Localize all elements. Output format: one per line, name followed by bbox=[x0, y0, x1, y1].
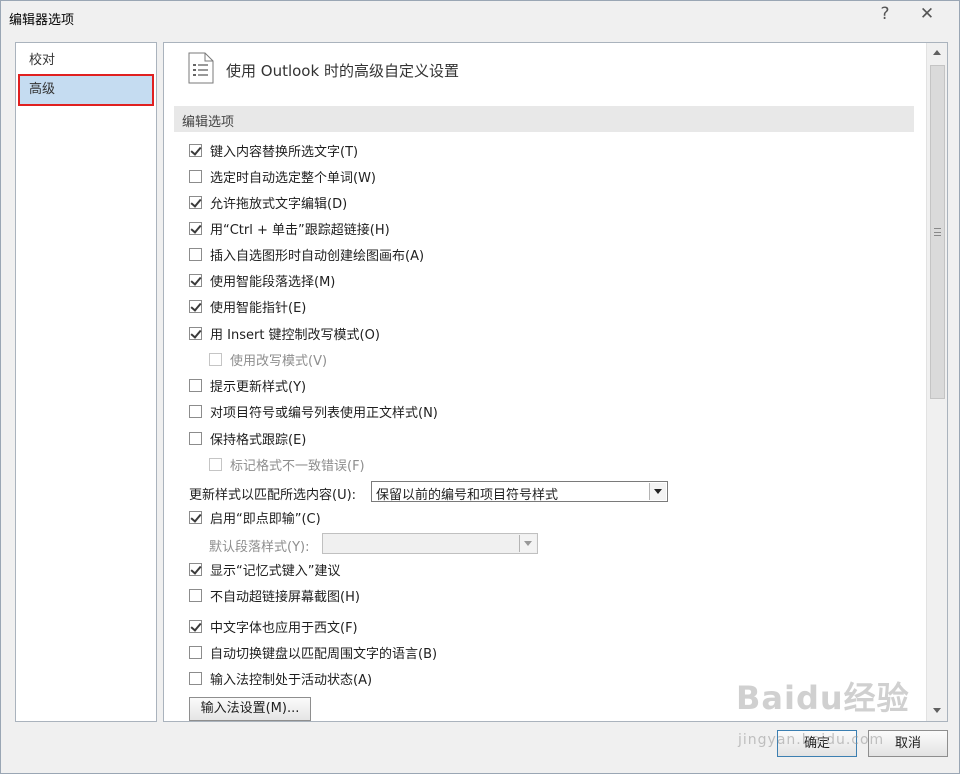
option-no-auto-hyperlink-screenshot[interactable]: 不自动超链接屏幕截图(H) bbox=[189, 585, 360, 605]
window-title: 编辑器选项 bbox=[9, 13, 75, 28]
option-label: 对项目符号或编号列表使用正文样式(N) bbox=[210, 405, 438, 421]
option-label: 使用智能指针(E) bbox=[210, 300, 307, 316]
document-settings-icon bbox=[188, 52, 214, 84]
option-label: 显示“记忆式键入”建议 bbox=[210, 563, 341, 579]
help-button[interactable]: ? bbox=[874, 4, 896, 24]
option-label: 自动切换键盘以匹配周围文字的语言(B) bbox=[210, 646, 438, 662]
checkbox[interactable] bbox=[189, 671, 202, 685]
default-paragraph-style-dropdown bbox=[322, 533, 538, 554]
option-drawing-canvas[interactable]: 插入自选图形时自动创建绘图画布(A) bbox=[189, 244, 424, 264]
settings-panel: 使用 Outlook 时的高级自定义设置 编辑选项 键入内容替换所选文字(T) … bbox=[163, 42, 948, 722]
title-bar: 编辑器选项 ? ✕ bbox=[1, 1, 959, 33]
panel-heading: 使用 Outlook 时的高级自定义设置 bbox=[226, 62, 459, 80]
update-style-dropdown[interactable]: 保留以前的编号和项目符号样式 bbox=[371, 481, 668, 503]
option-label: 用“Ctrl + 单击”跟踪超链接(H) bbox=[210, 222, 390, 238]
option-auto-switch-keyboard[interactable]: 自动切换键盘以匹配周围文字的语言(B) bbox=[189, 642, 437, 662]
option-typing-replaces-selection[interactable]: 键入内容替换所选文字(T) bbox=[189, 140, 358, 160]
checkbox[interactable] bbox=[189, 195, 202, 209]
watermark-logo: Baidu经验 bbox=[736, 679, 910, 717]
option-drag-drop[interactable]: 允许拖放式文字编辑(D) bbox=[189, 192, 347, 212]
checkbox[interactable] bbox=[189, 273, 202, 287]
option-label: 不自动超链接屏幕截图(H) bbox=[210, 589, 360, 605]
option-label: 选定时自动选定整个单词(W) bbox=[210, 170, 376, 186]
option-insert-key-overtype[interactable]: 用 Insert 键控制改写模式(O) bbox=[189, 323, 380, 343]
checkbox[interactable] bbox=[189, 619, 202, 633]
option-label: 使用改写模式(V) bbox=[230, 353, 328, 369]
chevron-down-icon[interactable] bbox=[649, 483, 666, 500]
checkbox[interactable] bbox=[189, 645, 202, 659]
scroll-down-icon[interactable] bbox=[927, 701, 947, 721]
option-prompt-update-style[interactable]: 提示更新样式(Y) bbox=[189, 375, 306, 395]
option-label: 使用智能段落选择(M) bbox=[210, 274, 336, 290]
option-label: 保持格式跟踪(E) bbox=[210, 432, 307, 448]
checkbox[interactable] bbox=[189, 562, 202, 576]
option-mark-format-inconsistencies: 标记格式不一致错误(F) bbox=[209, 454, 365, 474]
checkbox[interactable] bbox=[189, 378, 202, 392]
option-label: 键入内容替换所选文字(T) bbox=[210, 144, 359, 160]
option-label: 启用“即点即输”(C) bbox=[210, 511, 321, 527]
checkbox[interactable] bbox=[189, 326, 202, 340]
option-label: 允许拖放式文字编辑(D) bbox=[210, 196, 348, 212]
section-title: 编辑选项 bbox=[182, 115, 235, 130]
update-style-value: 保留以前的编号和项目符号样式 bbox=[376, 488, 559, 503]
scroll-up-icon[interactable] bbox=[927, 43, 947, 63]
option-chinese-font-latin[interactable]: 中文字体也应用于西文(F) bbox=[189, 616, 358, 636]
checkbox[interactable] bbox=[189, 431, 202, 445]
section-header: 编辑选项 bbox=[174, 106, 914, 132]
grip-icon bbox=[934, 228, 941, 236]
option-keep-format-tracking[interactable]: 保持格式跟踪(E) bbox=[189, 428, 306, 448]
close-button[interactable]: ✕ bbox=[916, 4, 938, 24]
watermark-url: jingyan.baidu.com bbox=[738, 732, 885, 748]
option-smart-cursor[interactable]: 使用智能指针(E) bbox=[189, 296, 306, 316]
option-smart-paragraph[interactable]: 使用智能段落选择(M) bbox=[189, 270, 335, 290]
option-normal-style-lists[interactable]: 对项目符号或编号列表使用正文样式(N) bbox=[189, 401, 438, 421]
scroll-thumb[interactable] bbox=[930, 65, 945, 399]
checkbox[interactable] bbox=[189, 299, 202, 313]
checkbox[interactable] bbox=[189, 588, 202, 602]
category-nav: 校对 高级 bbox=[15, 42, 157, 722]
chevron-down-icon bbox=[519, 535, 536, 552]
option-label: 标记格式不一致错误(F) bbox=[230, 458, 365, 474]
checkbox[interactable] bbox=[189, 404, 202, 418]
option-click-and-type[interactable]: 启用“即点即输”(C) bbox=[189, 507, 321, 527]
option-ime-control-active[interactable]: 输入法控制处于活动状态(A) bbox=[189, 668, 372, 688]
option-auto-select-word[interactable]: 选定时自动选定整个单词(W) bbox=[189, 166, 376, 186]
update-style-label: 更新样式以匹配所选内容(U): bbox=[189, 488, 357, 503]
checkbox[interactable] bbox=[189, 221, 202, 235]
checkbox bbox=[209, 352, 222, 366]
nav-item-advanced[interactable]: 高级 bbox=[18, 74, 154, 106]
vertical-scrollbar[interactable] bbox=[926, 43, 947, 721]
option-label: 中文字体也应用于西文(F) bbox=[210, 620, 358, 636]
nav-item-proofing[interactable]: 校对 bbox=[18, 45, 154, 77]
option-label: 提示更新样式(Y) bbox=[210, 379, 307, 395]
checkbox[interactable] bbox=[189, 169, 202, 183]
option-label: 输入法控制处于活动状态(A) bbox=[210, 672, 373, 688]
option-autocomplete-suggestions[interactable]: 显示“记忆式键入”建议 bbox=[189, 559, 340, 579]
checkbox bbox=[209, 457, 222, 471]
checkbox[interactable] bbox=[189, 247, 202, 261]
ime-settings-button[interactable]: 输入法设置(M)... bbox=[189, 697, 311, 721]
default-paragraph-style-label: 默认段落样式(Y): bbox=[209, 540, 310, 555]
checkbox[interactable] bbox=[189, 510, 202, 524]
editor-options-dialog: 编辑器选项 ? ✕ 校对 高级 使用 Outlook 时的高级自定义设置 编辑选… bbox=[0, 0, 960, 774]
option-ctrl-click-hyperlink[interactable]: 用“Ctrl + 单击”跟踪超链接(H) bbox=[189, 218, 390, 238]
option-label: 用 Insert 键控制改写模式(O) bbox=[210, 327, 380, 343]
checkbox[interactable] bbox=[189, 143, 202, 157]
option-overtype-mode: 使用改写模式(V) bbox=[209, 349, 327, 369]
option-label: 插入自选图形时自动创建绘图画布(A) bbox=[210, 248, 425, 264]
